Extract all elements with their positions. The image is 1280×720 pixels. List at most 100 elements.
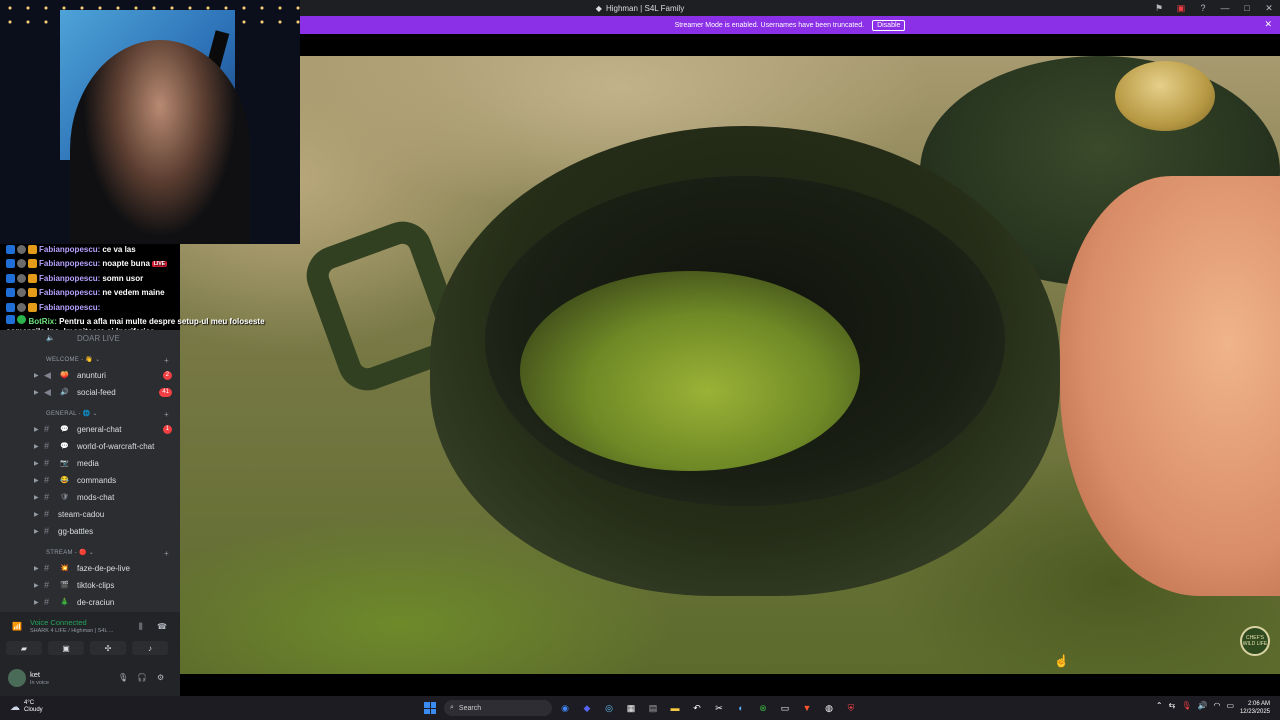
channel-world-of-warcraft-chat[interactable]: ▶ # 💬 world-of-warcraft-chat	[0, 439, 180, 453]
close-window-button[interactable]: ✕	[1258, 0, 1280, 16]
back-arrow-icon[interactable]: ↶	[690, 701, 704, 715]
start-button-icon[interactable]	[424, 702, 436, 714]
noise-suppression-icon[interactable]: ⫼	[139, 622, 143, 632]
category-stream[interactable]: STREAM - 🔴 ⌄ +	[46, 549, 169, 558]
capcut-icon[interactable]: ✂	[712, 701, 726, 715]
inbox-icon[interactable]: ⚑	[1148, 0, 1170, 16]
app-icon[interactable]: ▭	[778, 701, 792, 715]
app-icon[interactable]: ▤	[646, 701, 660, 715]
channel-de-craciun[interactable]: ▶ # 🎄 de-craciun	[0, 595, 180, 609]
battery-icon[interactable]: ▭	[1226, 701, 1234, 710]
lid-knob	[1115, 61, 1215, 131]
soundboard-button[interactable]: ♪	[132, 641, 168, 655]
subscriber-badge-icon	[6, 259, 15, 269]
taskbar-search[interactable]: ⌕ Search	[444, 700, 552, 716]
chevron-right-icon: ▶	[34, 599, 39, 606]
category-welcome[interactable]: WELCOME - 👋 ⌄ +	[46, 356, 169, 365]
chat-username: BotRix:	[28, 316, 57, 326]
screen-share-button[interactable]: ▣	[48, 641, 84, 655]
status-badge-icon	[17, 259, 26, 269]
chat-message: Fabianpopescu:	[6, 300, 296, 315]
avatar[interactable]	[8, 669, 26, 687]
channel-emoji-icon: 🔊	[60, 389, 69, 396]
headphones-icon[interactable]: 🎧	[137, 673, 147, 682]
channel-media[interactable]: ▶ # 📷 media	[0, 456, 180, 470]
search-placeholder: Search	[458, 704, 482, 712]
channel-emoji-icon: 🎄	[60, 599, 69, 606]
weather-widget[interactable]: ☁ 4°C Cloudy	[10, 700, 43, 714]
channel-name: tiktok-clips	[77, 580, 115, 590]
channel-list: 🔈 DOAR LIVE WELCOME - 👋 ⌄ + ▶ ◀ 🍑 anuntu…	[0, 330, 180, 612]
channel-tiktok-clips[interactable]: ▶ # 🎬 tiktok-clips	[0, 578, 180, 592]
channel-name: steam-cadou	[58, 509, 105, 519]
status-badge-icon	[17, 273, 26, 283]
camera-off-button[interactable]: ▰	[6, 641, 42, 655]
channel-gg-battles[interactable]: ▶ # gg-battles	[0, 524, 180, 538]
minimize-button[interactable]: —	[1214, 0, 1236, 16]
bot-badge-icon	[17, 314, 27, 324]
add-channel-icon[interactable]: +	[164, 356, 169, 365]
file-explorer-icon[interactable]: ▬	[668, 701, 682, 715]
chat-message: Fabianpopescu: ce va las	[6, 242, 296, 257]
wifi-icon[interactable]: ◠	[1213, 701, 1220, 710]
hash-icon: #	[44, 492, 50, 502]
network-icon[interactable]: ⇆	[1169, 701, 1176, 710]
close-banner-icon[interactable]: ✕	[1264, 19, 1272, 30]
channel-social-feed[interactable]: ▶ ◀ 🔊 social-feed 41	[0, 385, 180, 399]
chevron-right-icon: ▶	[34, 511, 39, 518]
hash-icon: #	[44, 597, 50, 607]
channel-watermark: CHEF'S WILD LIFE	[1240, 626, 1270, 656]
voice-channel-doar-live[interactable]: 🔈 DOAR LIVE	[0, 331, 180, 345]
username[interactable]: ket	[30, 670, 40, 679]
settings-gear-icon[interactable]: ⚙	[157, 673, 164, 682]
hash-icon: #	[44, 475, 50, 485]
channel-anunturi[interactable]: ▶ ◀ 🍑 anunturi 2	[0, 368, 180, 382]
channel-mods-chat[interactable]: ▶ # 🛡 mods-chat	[0, 490, 180, 504]
chevron-up-icon[interactable]: ⌃	[1156, 701, 1163, 710]
chrome-icon[interactable]: ◉	[558, 701, 572, 715]
disconnect-icon[interactable]: ☎	[157, 622, 167, 631]
channel-emoji-icon: 😂	[60, 477, 69, 484]
add-channel-icon[interactable]: +	[164, 410, 169, 419]
taskbar-clock[interactable]: 2:06 AM 12/23/2025	[1240, 700, 1270, 716]
channel-general-chat[interactable]: ▶ # 💬 general-chat 1	[0, 422, 180, 436]
app-icon[interactable]: ⛨	[844, 701, 858, 715]
xbox-icon[interactable]: ⊗	[756, 701, 770, 715]
screen-share-icon[interactable]: ▣	[1170, 0, 1192, 16]
chat-message: Fabianpopescu: somn usor	[6, 271, 296, 286]
steam-icon[interactable]: ◎	[602, 701, 616, 715]
hash-icon: #	[44, 526, 50, 536]
brave-icon[interactable]: ▼	[800, 701, 814, 715]
hash-icon: #	[44, 424, 50, 434]
edge-icon[interactable]: ◐	[734, 701, 748, 715]
stream-video[interactable]: CHEF'S WILD LIFE ☝	[180, 56, 1280, 674]
channel-emoji-icon: 🛡	[60, 494, 69, 501]
microphone-icon[interactable]: 🎙	[118, 673, 128, 682]
add-channel-icon[interactable]: +	[164, 549, 169, 558]
channel-commands[interactable]: ▶ # 😂 commands	[0, 473, 180, 487]
category-emoji-icon: 🌐	[82, 411, 91, 417]
category-general[interactable]: GENERAL - 🌐 ⌄ +	[46, 410, 169, 419]
channel-faze-de-pe-live[interactable]: ▶ # 💥 faze-de-pe-live	[0, 561, 180, 575]
disable-streamer-mode-button[interactable]: Disable	[872, 19, 906, 31]
help-icon[interactable]: ?	[1192, 0, 1214, 16]
channel-steam-cadou[interactable]: ▶ # steam-cadou	[0, 507, 180, 521]
cast-iron-pot	[430, 126, 1060, 596]
window-controls: ⚑ ▣ ? — □ ✕	[1148, 0, 1280, 16]
status-badge-icon	[17, 288, 26, 298]
mouse-cursor-icon: ☝	[1054, 654, 1069, 668]
chat-username: Fabianpopescu:	[39, 288, 101, 298]
obs-icon[interactable]: ◍	[822, 701, 836, 715]
voice-status: Voice Connected	[30, 618, 87, 627]
channel-name: de-craciun	[77, 597, 115, 607]
subscriber-badge-icon	[6, 314, 15, 324]
voice-connection-panel: 📶 Voice Connected SHARK 4 LIFE / Highman…	[0, 612, 180, 660]
voice-channel-name[interactable]: SHARK 4 LIFE / Highman | S4L ...	[30, 628, 113, 634]
volume-icon[interactable]: 🔊	[1197, 701, 1207, 710]
activities-button[interactable]: ✣	[90, 641, 126, 655]
microphone-icon[interactable]: 🎙	[1181, 701, 1191, 710]
epic-games-icon[interactable]: ▦	[624, 701, 638, 715]
clock-date: 12/23/2025	[1239, 709, 1270, 715]
maximize-button[interactable]: □	[1236, 0, 1258, 16]
discord-icon[interactable]: ◆	[580, 701, 594, 715]
